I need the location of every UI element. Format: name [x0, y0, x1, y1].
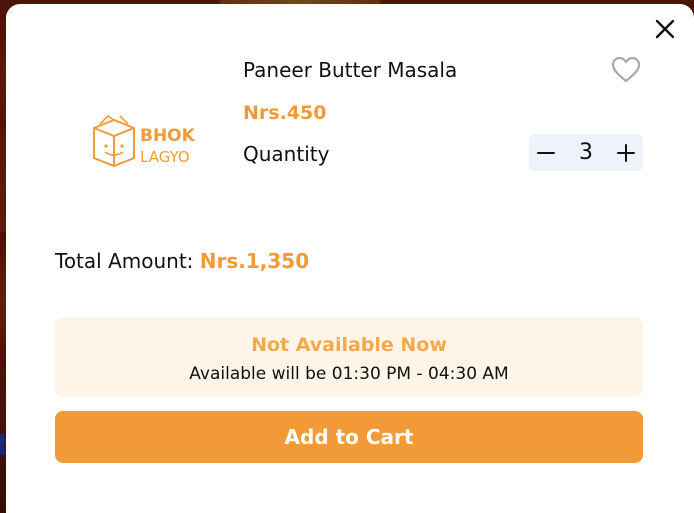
- close-icon: [655, 19, 675, 39]
- total-value: Nrs.1,350: [199, 249, 310, 273]
- close-button[interactable]: [650, 14, 680, 44]
- product-title: Paneer Butter Masala: [243, 58, 458, 82]
- favorite-button[interactable]: [610, 54, 642, 86]
- total-amount: Total Amount: Nrs.1,350: [55, 249, 309, 273]
- product-modal: BHOK LAGYO Paneer Butter Masala Nrs.450 …: [6, 4, 694, 513]
- availability-status: Not Available Now: [251, 334, 447, 356]
- quantity-stepper: 3: [529, 134, 643, 171]
- availability-hours: Available will be 01:30 PM - 04:30 AM: [189, 364, 509, 384]
- total-label: Total Amount:: [55, 249, 194, 273]
- decrement-button[interactable]: [529, 134, 563, 171]
- minus-icon: [537, 151, 555, 154]
- add-to-cart-button[interactable]: Add to Cart: [55, 411, 643, 463]
- heart-icon: [611, 56, 641, 83]
- logo-text-line2: LAGYO: [140, 148, 190, 166]
- product-price: Nrs.450: [243, 102, 327, 124]
- bhok-lagyo-logo: BHOK LAGYO: [90, 108, 200, 172]
- increment-button[interactable]: [609, 134, 643, 171]
- logo-text-line1: BHOK: [140, 126, 196, 146]
- quantity-value[interactable]: 3: [579, 140, 593, 165]
- availability-notice: Not Available Now Available will be 01:3…: [55, 317, 643, 397]
- plus-icon: [617, 143, 635, 162]
- quantity-label: Quantity: [243, 142, 330, 166]
